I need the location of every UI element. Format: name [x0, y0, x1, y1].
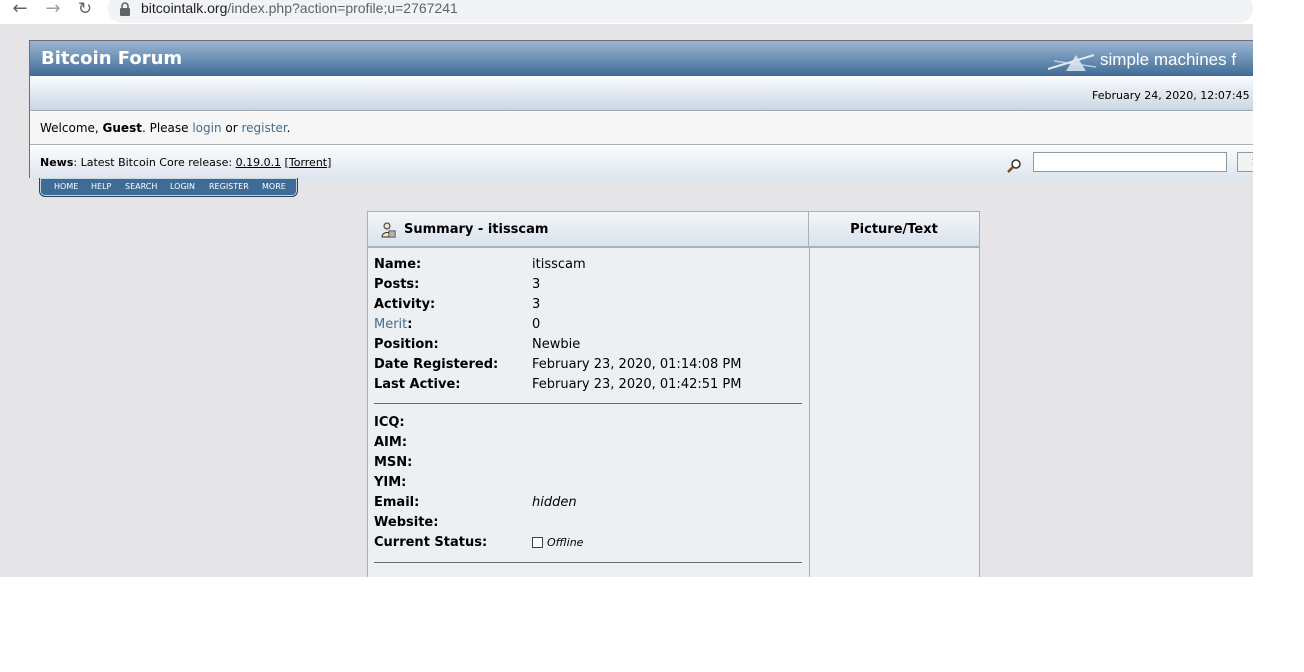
menu-help[interactable]: HELP	[91, 182, 111, 191]
user-summary-icon	[381, 222, 396, 238]
main-menu: HOME HELP SEARCH LOGIN REGISTER MORE	[39, 178, 298, 197]
icq-label: ICQ:	[374, 415, 405, 430]
offline-status-icon	[532, 537, 543, 548]
email-label: Email:	[374, 495, 420, 510]
login-link[interactable]: login	[192, 121, 221, 135]
row-icq: ICQ:	[374, 415, 804, 435]
current-status-value: Offline	[532, 535, 583, 550]
back-arrow-icon[interactable]: ←	[9, 0, 31, 20]
section-divider	[374, 403, 802, 404]
welcome-prefix: Welcome,	[40, 121, 103, 135]
search-input[interactable]	[1033, 152, 1227, 172]
magnifier-search-icon	[1007, 159, 1021, 173]
merit-value: 0	[532, 317, 541, 332]
row-merit: Merit: 0	[374, 317, 804, 337]
merit-label: Merit:	[374, 317, 412, 332]
row-yim: YIM:	[374, 475, 804, 495]
row-msn: MSN:	[374, 455, 804, 475]
column-divider	[809, 248, 810, 577]
welcome-or: or	[221, 121, 242, 135]
row-date-registered: Date Registered: February 23, 2020, 01:1…	[374, 357, 804, 377]
url-host: bitcointalk.org	[141, 0, 228, 16]
register-link[interactable]: register	[241, 121, 286, 135]
yim-label: YIM:	[374, 475, 407, 490]
row-email: Email: hidden	[374, 495, 804, 515]
forum-title[interactable]: Bitcoin Forum	[41, 48, 182, 69]
version-link[interactable]: 0.19.0.1	[236, 156, 281, 169]
status-text: Offline	[547, 536, 584, 549]
position-label: Position:	[374, 337, 439, 352]
row-current-status: Current Status: Offline	[374, 535, 804, 555]
smf-logo-text: simple machines f	[1100, 50, 1237, 69]
profile-table: Summary - itisscam Picture/Text Name: it…	[367, 211, 980, 577]
title-bar: Bitcoin Forum simple machines f	[30, 41, 1253, 76]
merit-colon: :	[407, 317, 413, 332]
date-bar: February 24, 2020, 12:07:45	[30, 77, 1253, 111]
menu-more[interactable]: MORE	[262, 182, 286, 191]
page-viewport: Bitcoin Forum simple machines f February…	[0, 24, 1253, 577]
position-value: Newbie	[532, 337, 581, 352]
section-divider-2	[374, 562, 802, 563]
date-registered-label: Date Registered:	[374, 357, 499, 372]
email-value: hidden	[532, 495, 577, 510]
website-label: Website:	[374, 515, 439, 530]
search-button[interactable]: S	[1237, 152, 1253, 172]
activity-value: 3	[532, 297, 541, 312]
summary-title: Summary - itisscam	[404, 222, 549, 237]
row-last-active: Last Active: February 23, 2020, 01:42:51…	[374, 377, 804, 397]
browser-toolbar: ← → ↻ bitcointalk.org/index.php?action=p…	[0, 0, 1253, 24]
current-status-label: Current Status:	[374, 535, 488, 550]
news-text: : Latest Bitcoin Core release:	[73, 156, 236, 169]
menu-home[interactable]: HOME	[54, 182, 78, 191]
aim-label: AIM:	[374, 435, 408, 450]
url-text: bitcointalk.org/index.php?action=profile…	[141, 0, 458, 16]
row-position: Position: Newbie	[374, 337, 804, 357]
summary-header: Summary - itisscam	[368, 212, 809, 248]
menu-register[interactable]: REGISTER	[209, 182, 249, 191]
forward-arrow-icon[interactable]: →	[42, 0, 64, 20]
name-value: itisscam	[532, 257, 586, 272]
row-posts: Posts: 3	[374, 277, 804, 297]
guest-name: Guest	[102, 121, 142, 135]
menu-search[interactable]: SEARCH	[125, 182, 157, 191]
news-label: News	[40, 156, 74, 169]
posts-value: 3	[532, 277, 541, 292]
row-aim: AIM:	[374, 435, 804, 455]
lock-icon	[120, 2, 130, 16]
torrent-close: ]	[327, 156, 332, 169]
welcome-end: .	[286, 121, 291, 135]
news-line: News: Latest Bitcoin Core release: 0.19.…	[40, 156, 331, 169]
menu-login[interactable]: LOGIN	[170, 182, 195, 191]
reload-icon[interactable]: ↻	[74, 0, 96, 20]
date-registered-value: February 23, 2020, 01:14:08 PM	[532, 357, 742, 372]
url-path: /index.php?action=profile;u=2767241	[227, 0, 458, 16]
torrent-open: [	[281, 156, 289, 169]
welcome-please: . Please	[141, 121, 193, 135]
smf-logo-icon	[1047, 54, 1097, 71]
row-name: Name: itisscam	[374, 257, 804, 277]
welcome-bar: Welcome, Guest. Please login or register…	[30, 112, 1253, 145]
forum-header: Bitcoin Forum simple machines f February…	[29, 40, 1253, 179]
row-website: Website:	[374, 515, 804, 535]
msn-label: MSN:	[374, 455, 413, 470]
activity-label: Activity:	[374, 297, 436, 312]
name-label: Name:	[374, 257, 422, 272]
news-bar: News: Latest Bitcoin Core release: 0.19.…	[30, 146, 1253, 179]
last-active-value: February 23, 2020, 01:42:51 PM	[532, 377, 742, 392]
picture-text-header: Picture/Text	[809, 212, 979, 248]
merit-link[interactable]: Merit	[374, 317, 407, 332]
row-activity: Activity: 3	[374, 297, 804, 317]
welcome-message: Welcome, Guest. Please login or register…	[40, 121, 291, 135]
address-bar[interactable]: bitcointalk.org/index.php?action=profile…	[108, 0, 1253, 23]
posts-label: Posts:	[374, 277, 420, 292]
current-date-time: February 24, 2020, 12:07:45	[1092, 89, 1250, 102]
picture-text-title: Picture/Text	[850, 222, 938, 237]
last-active-label: Last Active:	[374, 377, 461, 392]
torrent-link[interactable]: Torrent	[289, 156, 327, 169]
